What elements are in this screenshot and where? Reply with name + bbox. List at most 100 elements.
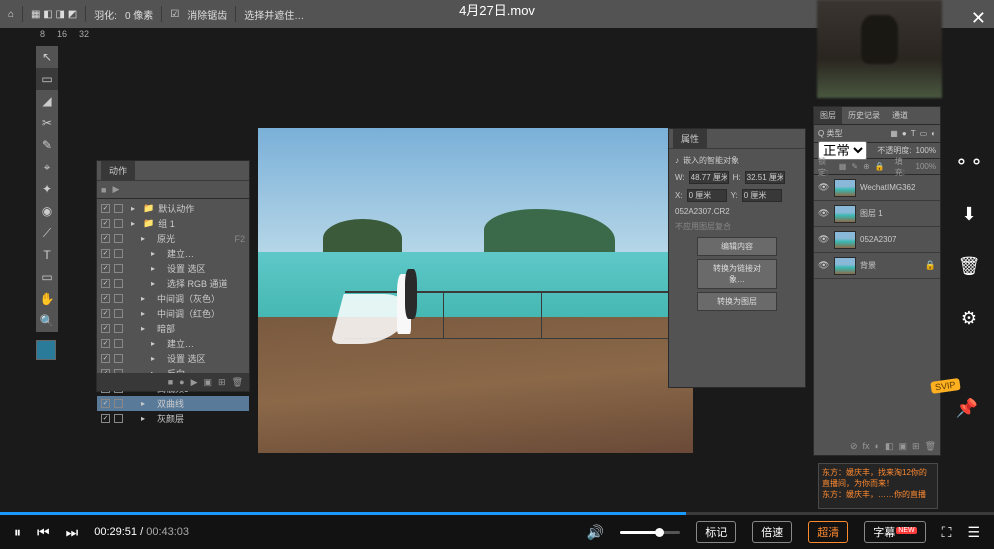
- filter-adjust-icon[interactable]: ●: [902, 129, 907, 138]
- layer-row[interactable]: 👁WechatIMG362: [814, 175, 940, 201]
- opacity-value[interactable]: 100%: [916, 146, 936, 155]
- zoom-tool[interactable]: 🔍: [36, 310, 58, 332]
- filter-shape-icon[interactable]: ▭: [920, 129, 928, 138]
- playlist-icon[interactable]: ☰: [967, 524, 980, 541]
- layers-tab[interactable]: 图层: [814, 107, 842, 124]
- action-item[interactable]: ✓▸设置 选区: [97, 261, 249, 276]
- new-action-icon[interactable]: ⊞: [218, 377, 226, 388]
- action-item[interactable]: ✓▸建立…: [97, 246, 249, 261]
- fullscreen-icon[interactable]: ⛶: [942, 524, 952, 541]
- width-input[interactable]: [689, 171, 729, 184]
- lock-position-icon[interactable]: ✎: [851, 162, 858, 171]
- filter-smart-icon[interactable]: ◐: [931, 129, 936, 138]
- action-item[interactable]: ✓▸📁组 1: [97, 216, 249, 231]
- link-icon[interactable]: ⊘: [850, 441, 858, 452]
- prev-button[interactable]: ⏮: [37, 524, 50, 541]
- group-icon[interactable]: ▣: [899, 441, 908, 452]
- volume-slider[interactable]: [620, 531, 680, 534]
- clone-tool[interactable]: ◉: [36, 200, 58, 222]
- actions-tab[interactable]: 动作: [101, 161, 135, 180]
- layer-row[interactable]: 👁图层 1: [814, 201, 940, 227]
- trash-icon[interactable]: 🗑: [232, 377, 243, 388]
- action-item[interactable]: ✓▸建立…: [97, 336, 249, 351]
- history-tab[interactable]: 历史记录: [842, 107, 886, 124]
- subtitle-button[interactable]: 字幕NEW: [864, 521, 925, 543]
- edit-content-button[interactable]: 编辑内容: [697, 237, 777, 256]
- play-icon[interactable]: ▶: [112, 184, 119, 195]
- fill-value[interactable]: 100%: [916, 162, 936, 171]
- tools-panel: ↖ ▭ ◢ ✂ ✎ ⌖ ✦ ◉ ⟋ T ▭ ✋ 🔍: [36, 46, 58, 332]
- next-button[interactable]: ⏭: [66, 524, 79, 541]
- foreground-color[interactable]: [36, 340, 56, 360]
- eyedropper-tool[interactable]: ✎: [36, 134, 58, 156]
- crop-tool[interactable]: ✂: [36, 112, 58, 134]
- shape-tool[interactable]: ▭: [36, 266, 58, 288]
- type-tool[interactable]: T: [36, 244, 58, 266]
- adjustment-icon[interactable]: ◧: [885, 441, 894, 452]
- stop-icon[interactable]: ■: [101, 185, 106, 195]
- convert-layers-button[interactable]: 转换为图层: [697, 292, 777, 311]
- play-icon[interactable]: ▶: [191, 377, 198, 388]
- height-input[interactable]: [745, 171, 785, 184]
- select-mask-button[interactable]: 选择并遮住…: [244, 7, 304, 22]
- feather-value[interactable]: 0 像素: [125, 7, 153, 22]
- trash-icon[interactable]: 🗑: [925, 441, 936, 452]
- share-icon[interactable]: ⚬⚬: [957, 150, 981, 174]
- hand-tool[interactable]: ✋: [36, 288, 58, 310]
- lock-all-icon[interactable]: ⊕: [863, 162, 870, 171]
- filter-kind-label[interactable]: Q 类型: [818, 128, 842, 139]
- mask-icon[interactable]: ◐: [875, 441, 880, 451]
- gradient-tool[interactable]: ⟋: [36, 222, 58, 244]
- move-tool[interactable]: ↖: [36, 46, 58, 68]
- fx-icon[interactable]: fx: [863, 441, 870, 451]
- lock-artboard-icon[interactable]: 🔒: [875, 162, 885, 171]
- action-item[interactable]: ✓▸选择 RGB 通道: [97, 276, 249, 291]
- document-canvas[interactable]: [258, 128, 693, 453]
- marquee-tool[interactable]: ▭: [36, 68, 58, 90]
- mark-button[interactable]: 标记: [696, 521, 736, 543]
- layer-row[interactable]: 👁背景🔒: [814, 253, 940, 279]
- speed-button[interactable]: 倍速: [752, 521, 792, 543]
- lasso-tool[interactable]: ◢: [36, 90, 58, 112]
- selection-mode-icon[interactable]: ▦ ◧ ◨ ◩: [31, 9, 77, 20]
- action-tree[interactable]: ✓▸📁默认动作✓▸📁组 1✓▸原光F2✓▸建立…✓▸设置 选区✓▸选择 RGB …: [97, 199, 249, 428]
- layer-row[interactable]: 👁052A2307: [814, 227, 940, 253]
- antialias-checkbox[interactable]: 消除锯齿: [187, 7, 227, 22]
- volume-icon[interactable]: 🔊: [587, 524, 604, 541]
- lock-pixels-icon[interactable]: ▦: [839, 162, 847, 171]
- pin-icon[interactable]: 📌: [956, 398, 978, 419]
- brush-tool[interactable]: ✦: [36, 178, 58, 200]
- action-item[interactable]: ✓▸中间调（红色）: [97, 306, 249, 321]
- player-controls: ⏸ ⏮ ⏭ 00:29:51 / 00:43:03 🔊 标记 倍速 超清 字幕N…: [0, 515, 994, 549]
- filter-pixel-icon[interactable]: ▦: [890, 129, 898, 138]
- properties-tab[interactable]: 属性: [673, 129, 707, 148]
- filter-type-icon[interactable]: T: [911, 129, 916, 138]
- action-item[interactable]: ✓▸暗部: [97, 321, 249, 336]
- settings-icon[interactable]: ⚙: [957, 306, 981, 330]
- action-item[interactable]: ✓▸原光F2: [97, 231, 249, 246]
- delete-icon[interactable]: 🗑: [957, 254, 981, 278]
- x-input[interactable]: [687, 189, 727, 202]
- pause-button[interactable]: ⏸: [14, 524, 21, 541]
- convert-linked-button[interactable]: 转换为链接对象…: [697, 259, 777, 289]
- actions-panel: 动作 ■ ▶ ✓▸📁默认动作✓▸📁组 1✓▸原光F2✓▸建立…✓▸设置 选区✓▸…: [96, 160, 250, 392]
- healing-tool[interactable]: ⌖: [36, 156, 58, 178]
- live-chat[interactable]: 东方：媛庆丰，找来淘12你的直播间，为你而来！ 东方：媛庆丰，……你的直播: [818, 463, 938, 509]
- action-item[interactable]: ✓▸灰颜层: [97, 411, 249, 426]
- action-item[interactable]: ✓▸双曲线: [97, 396, 249, 411]
- new-layer-icon[interactable]: ⊞: [912, 441, 920, 452]
- action-item[interactable]: ✓▸📁默认动作: [97, 201, 249, 216]
- properties-panel: 属性 ♪嵌入的智能对象 W: H: X: Y: 052A2307.CR2 不应用…: [668, 128, 806, 388]
- stop-icon[interactable]: ■: [168, 377, 173, 387]
- quality-button[interactable]: 超清: [808, 521, 848, 543]
- action-item[interactable]: ✓▸中间调（灰色）: [97, 291, 249, 306]
- record-icon[interactable]: ●: [179, 377, 184, 387]
- channels-tab[interactable]: 通道: [886, 107, 914, 124]
- action-item[interactable]: ✓▸设置 选区: [97, 351, 249, 366]
- new-set-icon[interactable]: ▣: [204, 377, 213, 388]
- home-icon[interactable]: ⌂: [8, 9, 14, 20]
- filename-label: 052A2307.CR2: [675, 207, 799, 216]
- y-input[interactable]: [742, 189, 782, 202]
- download-icon[interactable]: ⬇: [957, 202, 981, 226]
- close-button[interactable]: ✕: [971, 8, 986, 29]
